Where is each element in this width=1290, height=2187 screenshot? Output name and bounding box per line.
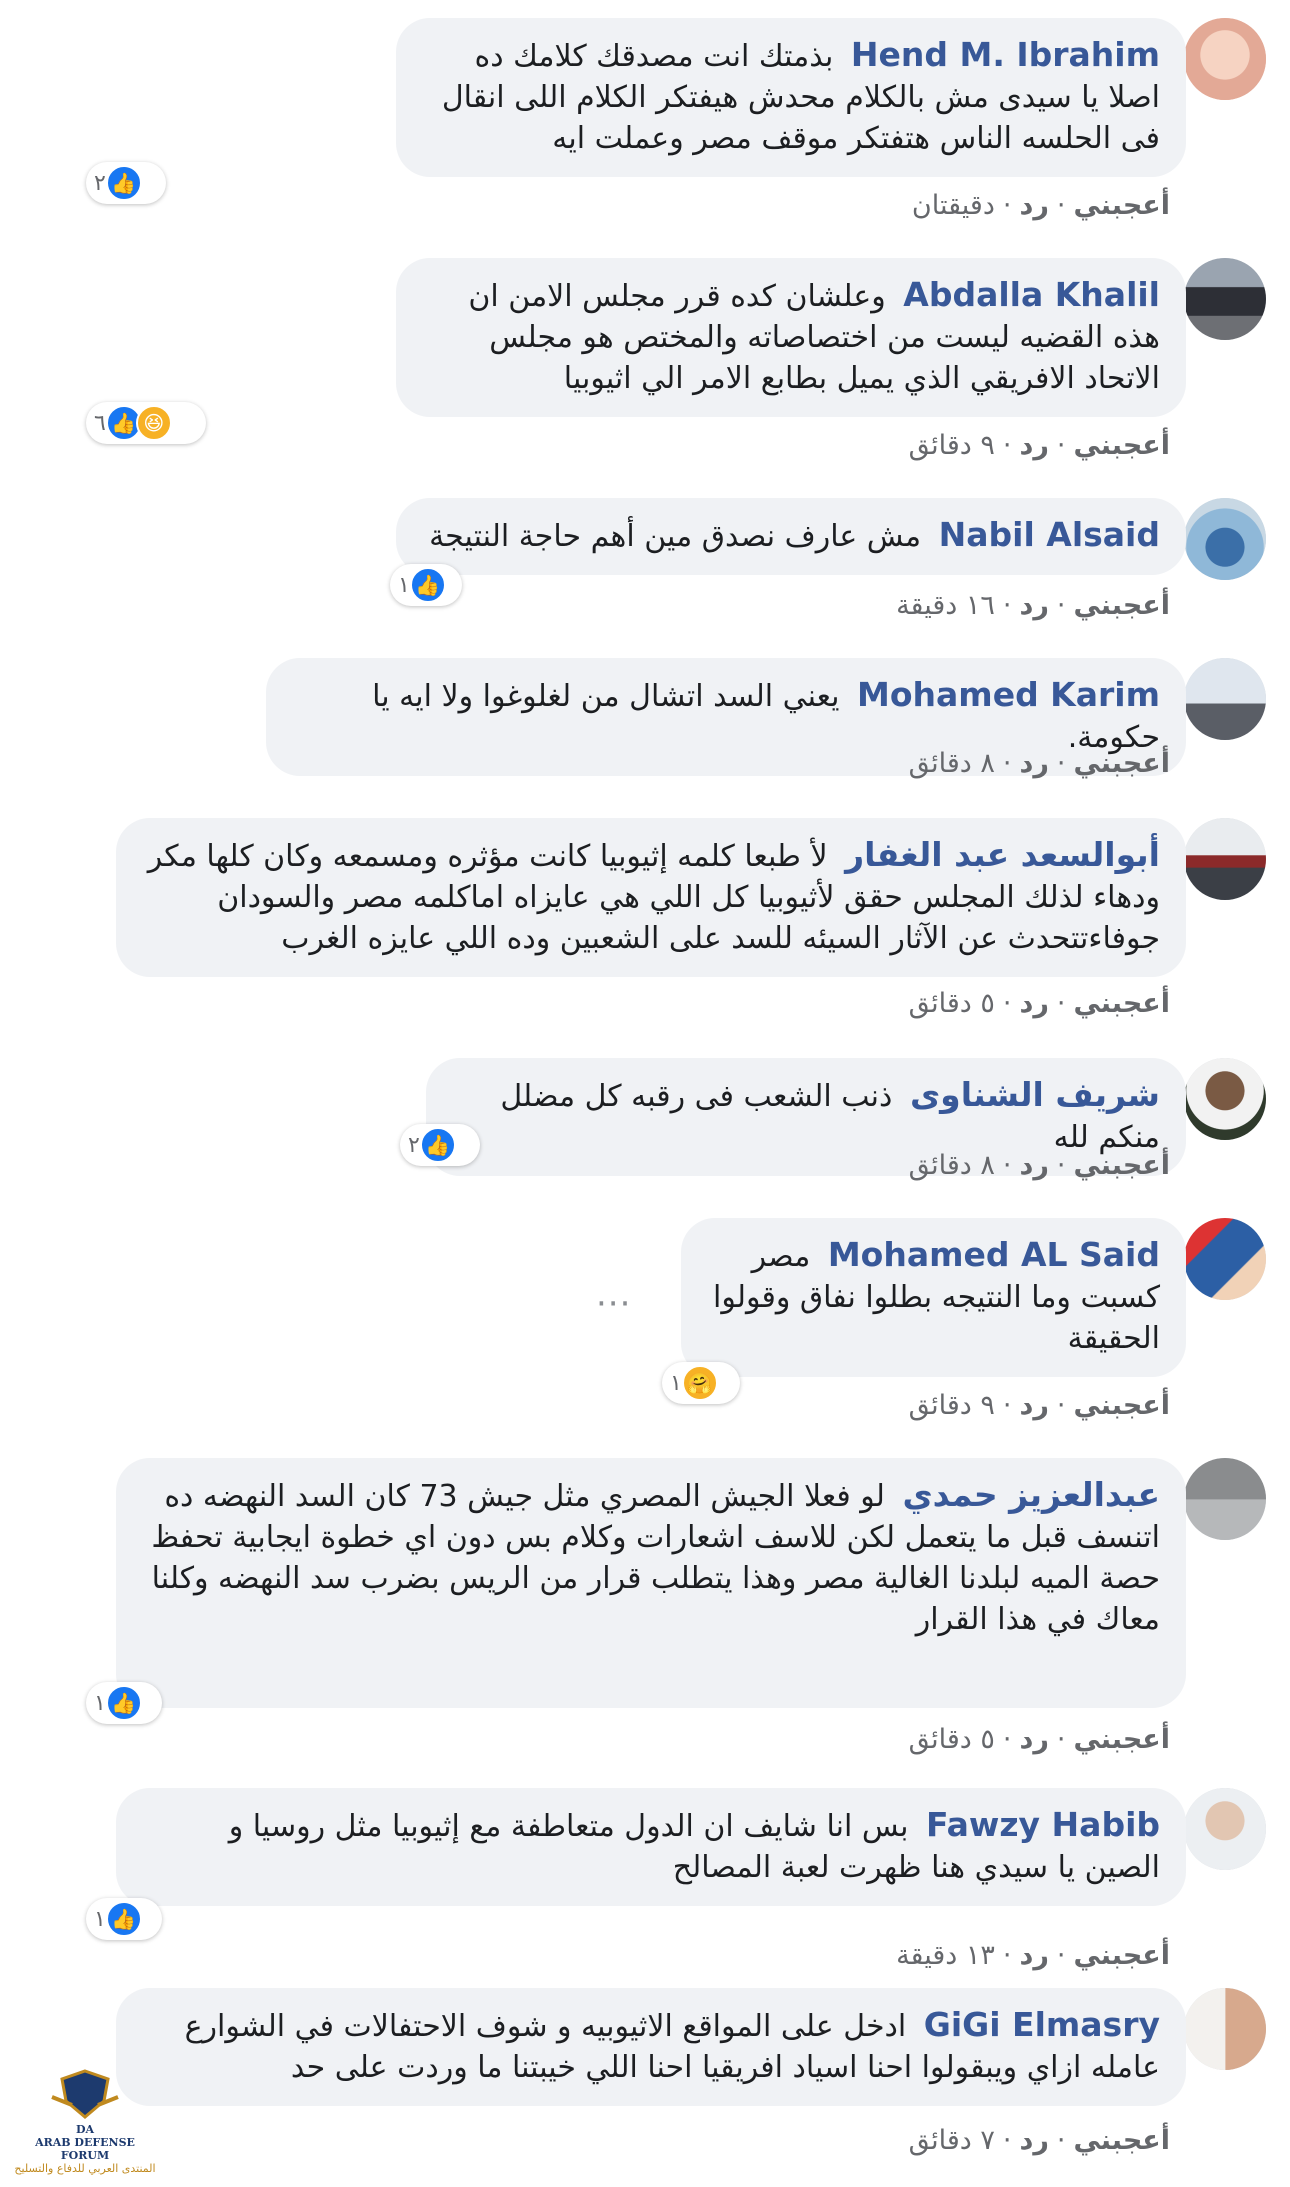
comment-time: ٥ دقائق — [908, 988, 995, 1019]
comment-time: ٩ دقائق — [908, 430, 995, 461]
like-icon: 👍 — [419, 1127, 456, 1163]
reaction-count: ٢ — [408, 1132, 420, 1158]
like-button[interactable]: أعجبني — [1073, 988, 1170, 1019]
shield-icon — [50, 2067, 120, 2123]
comment-time: ٥ دقائق — [908, 1724, 995, 1755]
comment-bubble: GiGi Elmasry ادخل على المواقع الاثيوبيه … — [116, 1988, 1186, 2106]
comment-bubble: عبدالعزيز حمدي لو فعلا الجيش المصري مثل … — [116, 1458, 1186, 1708]
reaction-count: ١ — [670, 1370, 682, 1396]
avatar[interactable] — [1184, 658, 1266, 740]
avatar[interactable] — [1184, 1788, 1266, 1870]
comment-time: دقيقتان — [911, 190, 995, 221]
author-name[interactable]: Mohamed AL Said — [828, 1235, 1160, 1274]
reply-button[interactable]: رد — [1019, 430, 1048, 461]
reactions-badge[interactable]: ٢ 👍 — [400, 1124, 480, 1166]
reply-button[interactable]: رد — [1019, 1724, 1048, 1755]
like-button[interactable]: أعجبني — [1073, 1724, 1170, 1755]
like-icon: 👍 — [105, 1685, 142, 1721]
avatar[interactable] — [1184, 1458, 1266, 1540]
comment-actions: أعجبني·رد·٩ دقائق — [908, 1390, 1170, 1421]
reply-button[interactable]: رد — [1019, 590, 1048, 621]
avatar[interactable] — [1184, 818, 1266, 900]
reply-button[interactable]: رد — [1019, 748, 1048, 779]
comment-actions: أعجبني·رد·دقيقتان — [911, 190, 1170, 221]
comment-actions: أعجبني·رد·١٣ دقيقة — [896, 1940, 1170, 1971]
reaction-count: ١ — [94, 1906, 106, 1932]
comment-actions: أعجبني·رد·٨ دقائق — [908, 748, 1170, 779]
avatar[interactable] — [1184, 18, 1266, 100]
like-icon: 👍 — [105, 1901, 142, 1937]
reply-button[interactable]: رد — [1019, 1150, 1048, 1181]
reply-button[interactable]: رد — [1019, 190, 1048, 221]
reply-button[interactable]: رد — [1019, 2125, 1048, 2156]
avatar[interactable] — [1184, 1218, 1266, 1300]
watermark-abbr: DA — [75, 2123, 95, 2136]
reply-button[interactable]: رد — [1019, 1390, 1048, 1421]
reactions-badge[interactable]: ١ 👍 — [86, 1898, 162, 1940]
like-button[interactable]: أعجبني — [1073, 1150, 1170, 1181]
reactions-badge[interactable]: ١ 👍 — [86, 1682, 162, 1724]
comment-time: ٨ دقائق — [908, 748, 995, 779]
reply-button[interactable]: رد — [1019, 988, 1048, 1019]
author-name[interactable]: Hend M. Ibrahim — [851, 35, 1160, 74]
like-icon: 👍 — [105, 165, 142, 201]
comment-time: ١٣ دقيقة — [896, 1940, 995, 1971]
author-name[interactable]: Abdalla Khalil — [903, 275, 1160, 314]
reaction-count: ١ — [94, 1690, 106, 1716]
comment-time: ٧ دقائق — [908, 2125, 995, 2156]
reactions-badge[interactable]: ٦ 👍 😆 — [86, 402, 206, 444]
reactions-badge[interactable]: ١ 👍 — [390, 564, 462, 606]
reaction-count: ٢ — [94, 170, 106, 196]
author-name[interactable]: GiGi Elmasry — [924, 2005, 1160, 2044]
haha-icon: 😆 — [135, 405, 172, 441]
watermark-logo: DA ARAB DEFENSE FORUM المنتدى العربي للد… — [10, 2067, 160, 2175]
like-button[interactable]: أعجبني — [1073, 190, 1170, 221]
author-name[interactable]: Mohamed Karim — [857, 675, 1160, 714]
reactions-badge[interactable]: ١ 🤗 — [662, 1362, 740, 1404]
author-name[interactable]: أبوالسعد عبد الغفار — [845, 835, 1160, 874]
watermark-title: ARAB DEFENSE FORUM — [35, 2136, 135, 2162]
like-button[interactable]: أعجبني — [1073, 2125, 1170, 2156]
like-icon: 👍 — [409, 567, 446, 603]
reaction-count: ٦ — [94, 410, 106, 436]
comment-actions: أعجبني·رد·٨ دقائق — [908, 1150, 1170, 1181]
avatar[interactable] — [1184, 1058, 1266, 1140]
author-name[interactable]: Fawzy Habib — [926, 1805, 1160, 1844]
comment-actions: أعجبني·رد·٥ دقائق — [908, 1724, 1170, 1755]
like-button[interactable]: أعجبني — [1073, 590, 1170, 621]
comment-time: ٨ دقائق — [908, 1150, 995, 1181]
author-name[interactable]: شريف الشناوى — [910, 1075, 1160, 1114]
comment-actions: أعجبني·رد·٩ دقائق — [908, 430, 1170, 461]
comment-actions: أعجبني·رد·٧ دقائق — [908, 2125, 1170, 2156]
reply-button[interactable]: رد — [1019, 1940, 1048, 1971]
comment-text: مش عارف نصدق مين أهم حاجة النتيجة — [429, 519, 922, 554]
comment-time: ٩ دقائق — [908, 1390, 995, 1421]
reactions-badge[interactable]: ٢ 👍 — [86, 162, 166, 204]
avatar[interactable] — [1184, 498, 1266, 580]
reaction-count: ١ — [398, 572, 410, 598]
comment-bubble: Abdalla Khalil وعلشان كده قرر مجلس الامن… — [396, 258, 1186, 417]
like-button[interactable]: أعجبني — [1073, 748, 1170, 779]
comment-actions: أعجبني·رد·٥ دقائق — [908, 988, 1170, 1019]
avatar[interactable] — [1184, 258, 1266, 340]
comment-actions: أعجبني·رد·١٦ دقيقة — [896, 590, 1170, 621]
more-options-icon[interactable]: ··· — [596, 1284, 631, 1324]
like-button[interactable]: أعجبني — [1073, 1390, 1170, 1421]
watermark-subtitle: المنتدى العربي للدفاع والتسليح — [14, 2162, 156, 2175]
comment-bubble: Hend M. Ibrahim بذمتك انت مصدقك كلامك ده… — [396, 18, 1186, 177]
comment-time: ١٦ دقيقة — [896, 590, 995, 621]
comment-bubble: Mohamed AL Said مصر كسبت وما النتيجه بطل… — [681, 1218, 1186, 1377]
like-button[interactable]: أعجبني — [1073, 430, 1170, 461]
avatar[interactable] — [1184, 1988, 1266, 2070]
comment-bubble: أبوالسعد عبد الغفار لأ طبعا كلمه إثيوبيا… — [116, 818, 1186, 977]
like-button[interactable]: أعجبني — [1073, 1940, 1170, 1971]
author-name[interactable]: Nabil Alsaid — [939, 515, 1160, 554]
author-name[interactable]: عبدالعزيز حمدي — [902, 1475, 1160, 1514]
comment-bubble: Fawzy Habib بس انا شايف ان الدول متعاطفة… — [116, 1788, 1186, 1906]
care-icon: 🤗 — [681, 1365, 718, 1401]
comment-bubble: Nabil Alsaid مش عارف نصدق مين أهم حاجة ا… — [396, 498, 1186, 575]
